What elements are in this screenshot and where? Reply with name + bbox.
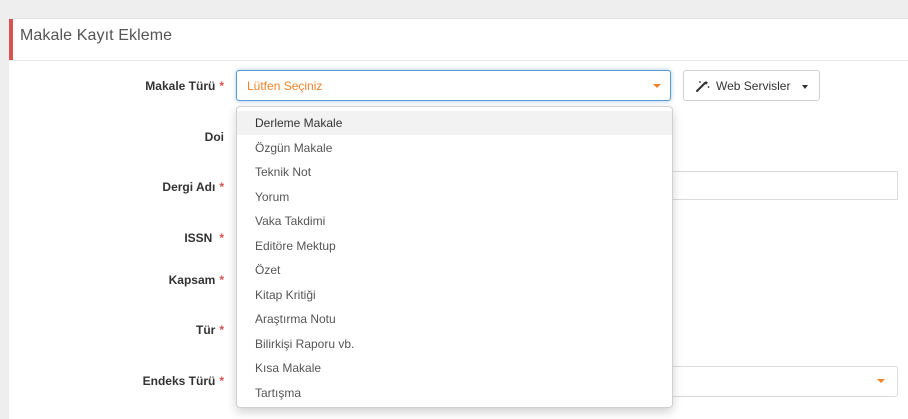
label-issn: ISSN * — [184, 231, 224, 245]
panel-header: Makale Kayıt Ekleme — [9, 19, 908, 61]
makale-turu-dropdown: Derleme Makale Özgün Makale Teknik Not Y… — [236, 106, 673, 408]
caret-down-icon — [877, 379, 885, 383]
header-accent-bar — [9, 19, 13, 60]
dropdown-option[interactable]: Araştırma Notu — [237, 307, 672, 331]
chevron-down-icon — [802, 85, 808, 89]
makale-turu-select[interactable]: Lütfen Seçiniz — [236, 70, 671, 101]
web-servisler-label: Web Servisler — [716, 79, 791, 93]
magic-wand-icon — [696, 80, 710, 92]
page-title: Makale Kayıt Ekleme — [20, 27, 173, 44]
dropdown-option[interactable]: Teknik Not — [237, 160, 672, 184]
label-tur: Tür * — [195, 323, 224, 337]
endeks-turu-select[interactable] — [670, 366, 898, 397]
label-dergi-adi: Dergi Adı * — [162, 180, 224, 194]
dropdown-option[interactable]: Özgün Makale — [237, 136, 672, 160]
caret-down-icon — [653, 84, 661, 88]
dropdown-option[interactable]: Yorum — [237, 185, 672, 209]
dropdown-option[interactable]: Kitap Kritiği — [237, 283, 672, 307]
dropdown-option[interactable]: Vaka Takdimi — [237, 209, 672, 233]
dropdown-option[interactable]: Bilirkişi Raporu vb. — [237, 332, 672, 356]
label-endeks-turu: Endeks Türü * — [142, 374, 224, 388]
dropdown-option[interactable]: Derleme Makale — [237, 111, 672, 135]
makale-turu-value: Lütfen Seçiniz — [247, 79, 323, 93]
label-kapsam: Kapsam * — [168, 273, 224, 287]
web-servisler-button[interactable]: Web Servisler — [683, 70, 820, 101]
dropdown-option[interactable]: Kısa Makale — [237, 356, 672, 380]
dergi-adi-input[interactable] — [670, 171, 898, 200]
dropdown-option[interactable]: Editöre Mektup — [237, 234, 672, 258]
label-makale-turu: Makale Türü * — [145, 79, 224, 93]
dropdown-option[interactable]: Özet — [237, 258, 672, 282]
label-doi: Doi — [204, 130, 224, 144]
dropdown-option[interactable]: Tartışma — [237, 381, 672, 405]
